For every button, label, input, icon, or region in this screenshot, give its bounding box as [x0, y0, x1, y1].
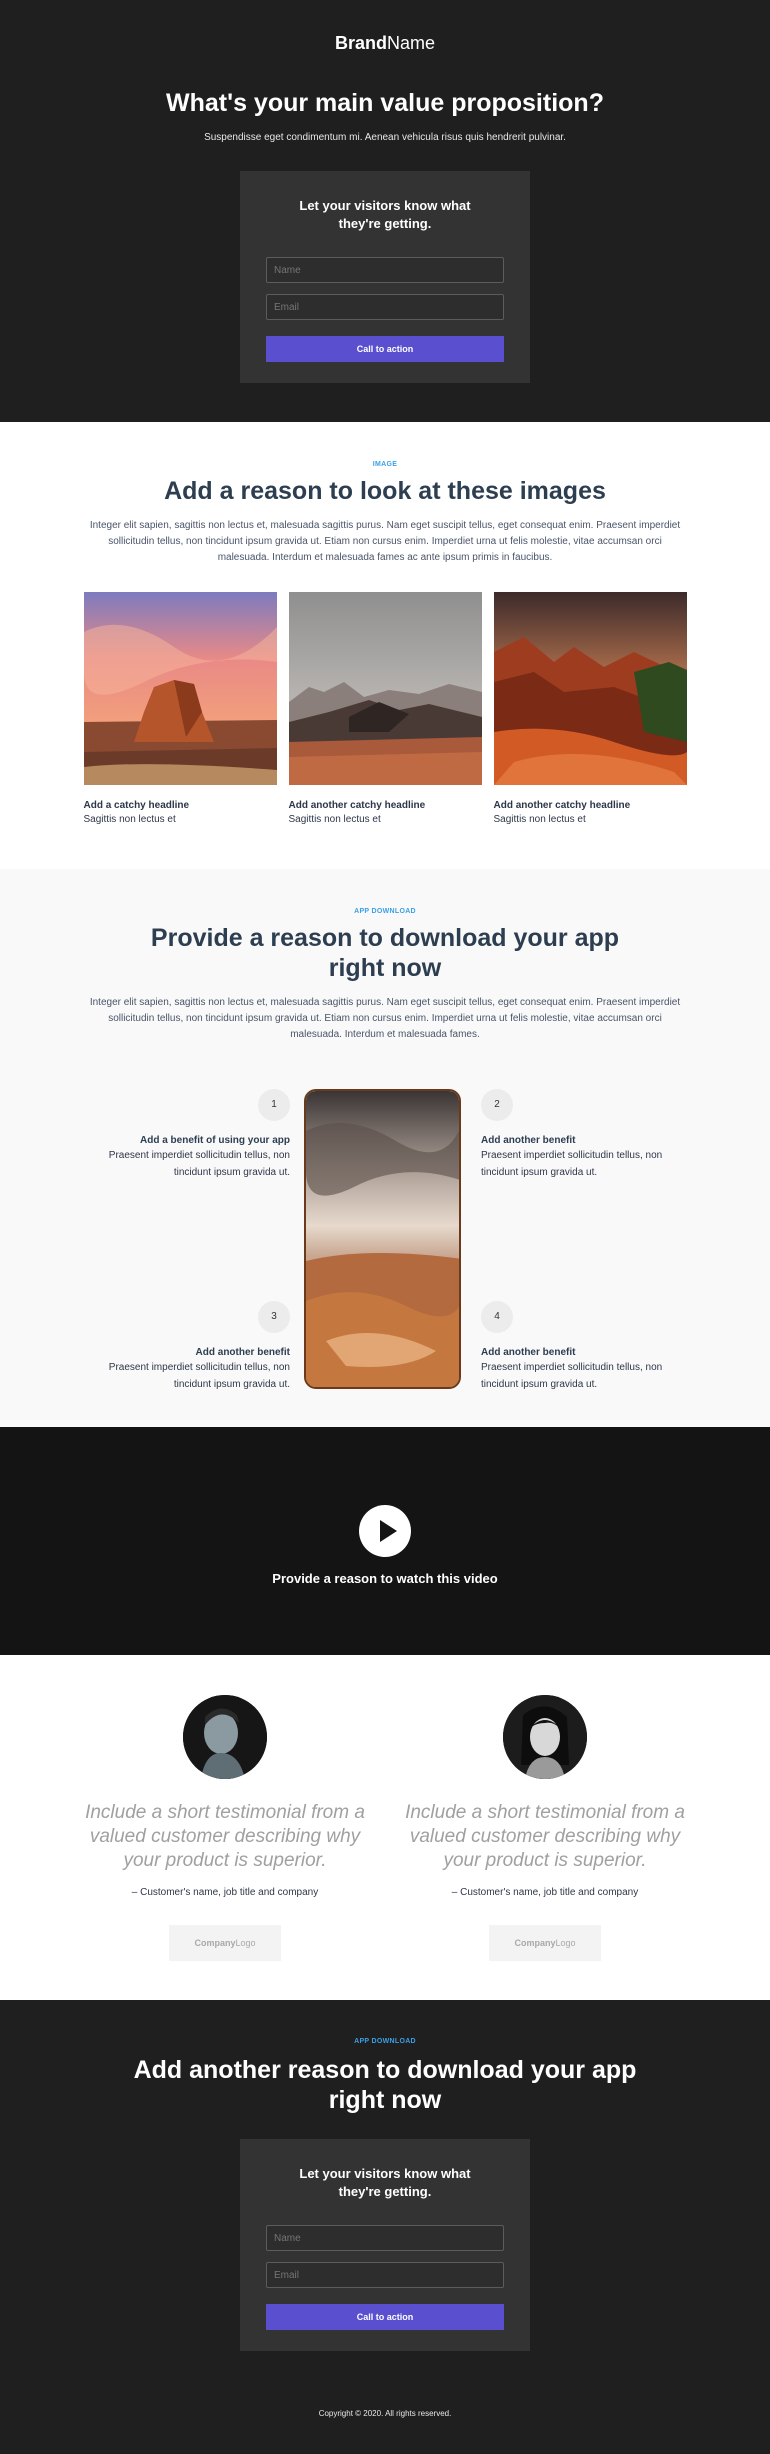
benefit-number: 3	[258, 1301, 290, 1333]
form-title: Let your visitors know what they're gett…	[299, 2166, 471, 2199]
card-headline: Add another catchy headline	[493, 800, 631, 811]
benefit-title: Add another benefit	[481, 1347, 576, 1358]
image-card: Add a catchy headline Sagittis non lectu…	[83, 592, 277, 825]
section-paragraph: Integer elit sapien, sagittis non lectus…	[89, 520, 681, 563]
logo-light: Logo	[235, 1938, 256, 1948]
testimonial-author: – Customer's name, job title and company	[131, 1887, 319, 1898]
benefit-1: 1 Add a benefit of using your app Praese…	[85, 1089, 290, 1181]
hero-title: What's your main value proposition?	[166, 89, 604, 117]
testimonial: Include a short testimonial from a value…	[83, 1695, 368, 2000]
brand-name-light: Name	[387, 33, 436, 53]
benefit-4: 4 Add another benefit Praesent imperdiet…	[481, 1301, 686, 1393]
card-text: Sagittis non lectus et	[83, 814, 176, 825]
benefit-number: 2	[481, 1089, 513, 1121]
name-field[interactable]	[266, 257, 504, 283]
title-line-1: Provide a reason to download your app	[150, 924, 620, 952]
benefit-title: Add another benefit	[195, 1347, 290, 1358]
section-title: Provide a reason to download your app ri…	[0, 923, 770, 983]
company-logo: CompanyLogo	[169, 1925, 281, 1961]
name-field[interactable]	[266, 2225, 504, 2251]
brand-logo[interactable]: BrandName	[0, 32, 770, 54]
email-field[interactable]	[266, 294, 504, 320]
copyright-text: Copyright © 2020. All rights reserved.	[318, 2409, 452, 2418]
app-download-section: APP DOWNLOAD Provide a reason to downloa…	[0, 869, 770, 1427]
logo-light: Logo	[555, 1938, 576, 1948]
benefit-3: 3 Add another benefit Praesent imperdiet…	[85, 1301, 290, 1393]
testimonial-quote: Include a short testimonial from a value…	[405, 1802, 685, 1871]
images-section: IMAGE Add a reason to look at these imag…	[0, 422, 770, 869]
section-paragraph: Integer elit sapien, sagittis non lectus…	[89, 997, 681, 1040]
testimonial-quote: Include a short testimonial from a value…	[85, 1802, 365, 1871]
logo-bold: Company	[194, 1938, 236, 1948]
benefit-number: 1	[258, 1089, 290, 1121]
play-icon[interactable]	[359, 1505, 411, 1557]
email-field[interactable]	[266, 2262, 504, 2288]
title-line-2: right now	[328, 2086, 442, 2114]
canyon-image	[493, 592, 687, 785]
image-card: Add another catchy headline Sagittis non…	[288, 592, 482, 825]
card-headline: Add a catchy headline	[83, 800, 190, 811]
signup-form-card: Let your visitors know what they're gett…	[240, 171, 530, 383]
logo-bold: Company	[514, 1938, 556, 1948]
avatar	[183, 1695, 267, 1779]
video-caption: Provide a reason to watch this video	[272, 1571, 498, 1586]
benefit-text: Praesent imperdiet sollicitudin tellus, …	[108, 1362, 290, 1390]
image-cards: Add a catchy headline Sagittis non lectu…	[83, 592, 687, 825]
section-eyebrow: APP DOWNLOAD	[354, 908, 416, 915]
section-eyebrow: APP DOWNLOAD	[354, 2038, 416, 2045]
benefit-text: Praesent imperdiet sollicitudin tellus, …	[108, 1150, 290, 1178]
card-text: Sagittis non lectus et	[288, 814, 381, 825]
brand-name-bold: Brand	[334, 33, 387, 53]
hero-section: BrandName What's your main value proposi…	[0, 0, 770, 422]
testimonial-author: – Customer's name, job title and company	[451, 1887, 639, 1898]
benefit-text: Praesent imperdiet sollicitudin tellus, …	[481, 1150, 663, 1178]
title-line-2: right now	[328, 954, 442, 982]
desert-mountains-image	[288, 592, 482, 785]
benefit-text: Praesent imperdiet sollicitudin tellus, …	[481, 1362, 663, 1390]
bottom-cta-section: APP DOWNLOAD Add another reason to downl…	[0, 2000, 770, 2454]
call-to-action-button[interactable]: Call to action	[266, 2304, 504, 2330]
benefit-title: Add a benefit of using your app	[140, 1135, 290, 1146]
red-butte-image	[83, 592, 277, 785]
phone-mockup-image	[304, 1089, 461, 1389]
video-section: Provide a reason to watch this video	[0, 1427, 770, 1655]
call-to-action-button[interactable]: Call to action	[266, 336, 504, 362]
company-logo: CompanyLogo	[489, 1925, 601, 1961]
app-benefits: 1 Add a benefit of using your app Praese…	[85, 1089, 686, 1390]
hero-subtitle: Suspendisse eget condimentum mi. Aenean …	[204, 132, 566, 143]
form-title: Let your visitors know what they're gett…	[299, 198, 471, 231]
section-eyebrow: IMAGE	[372, 461, 398, 468]
signup-form-card: Let your visitors know what they're gett…	[240, 2139, 530, 2351]
section-title: Add another reason to download your app …	[0, 2055, 770, 2115]
section-title: Add a reason to look at these images	[164, 477, 606, 505]
testimonials-section: Include a short testimonial from a value…	[0, 1655, 770, 2000]
benefit-2: 2 Add another benefit Praesent imperdiet…	[481, 1089, 686, 1181]
testimonial: Include a short testimonial from a value…	[403, 1695, 688, 2000]
benefit-title: Add another benefit	[481, 1135, 576, 1146]
card-headline: Add another catchy headline	[288, 800, 426, 811]
image-card: Add another catchy headline Sagittis non…	[493, 592, 687, 825]
card-text: Sagittis non lectus et	[493, 814, 586, 825]
title-line-1: Add another reason to download your app	[133, 2056, 637, 2084]
benefit-number: 4	[481, 1301, 513, 1333]
avatar	[503, 1695, 587, 1779]
